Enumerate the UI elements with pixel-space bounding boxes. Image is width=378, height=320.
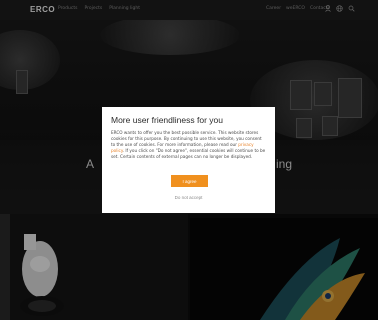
agree-button[interactable]: I agree bbox=[171, 175, 208, 187]
page: ERCO Products Projects Planning light Ca… bbox=[0, 0, 378, 320]
do-not-accept-link[interactable]: Do not accept bbox=[102, 195, 275, 200]
dialog-text: ERCO wants to offer you the best possibl… bbox=[111, 130, 266, 160]
dialog-title: More user friendliness for you bbox=[111, 115, 223, 125]
cookie-consent-dialog: More user friendliness for you ERCO want… bbox=[102, 107, 275, 213]
dialog-text-part-2: . If you click on "Do not agree", essent… bbox=[111, 148, 266, 160]
